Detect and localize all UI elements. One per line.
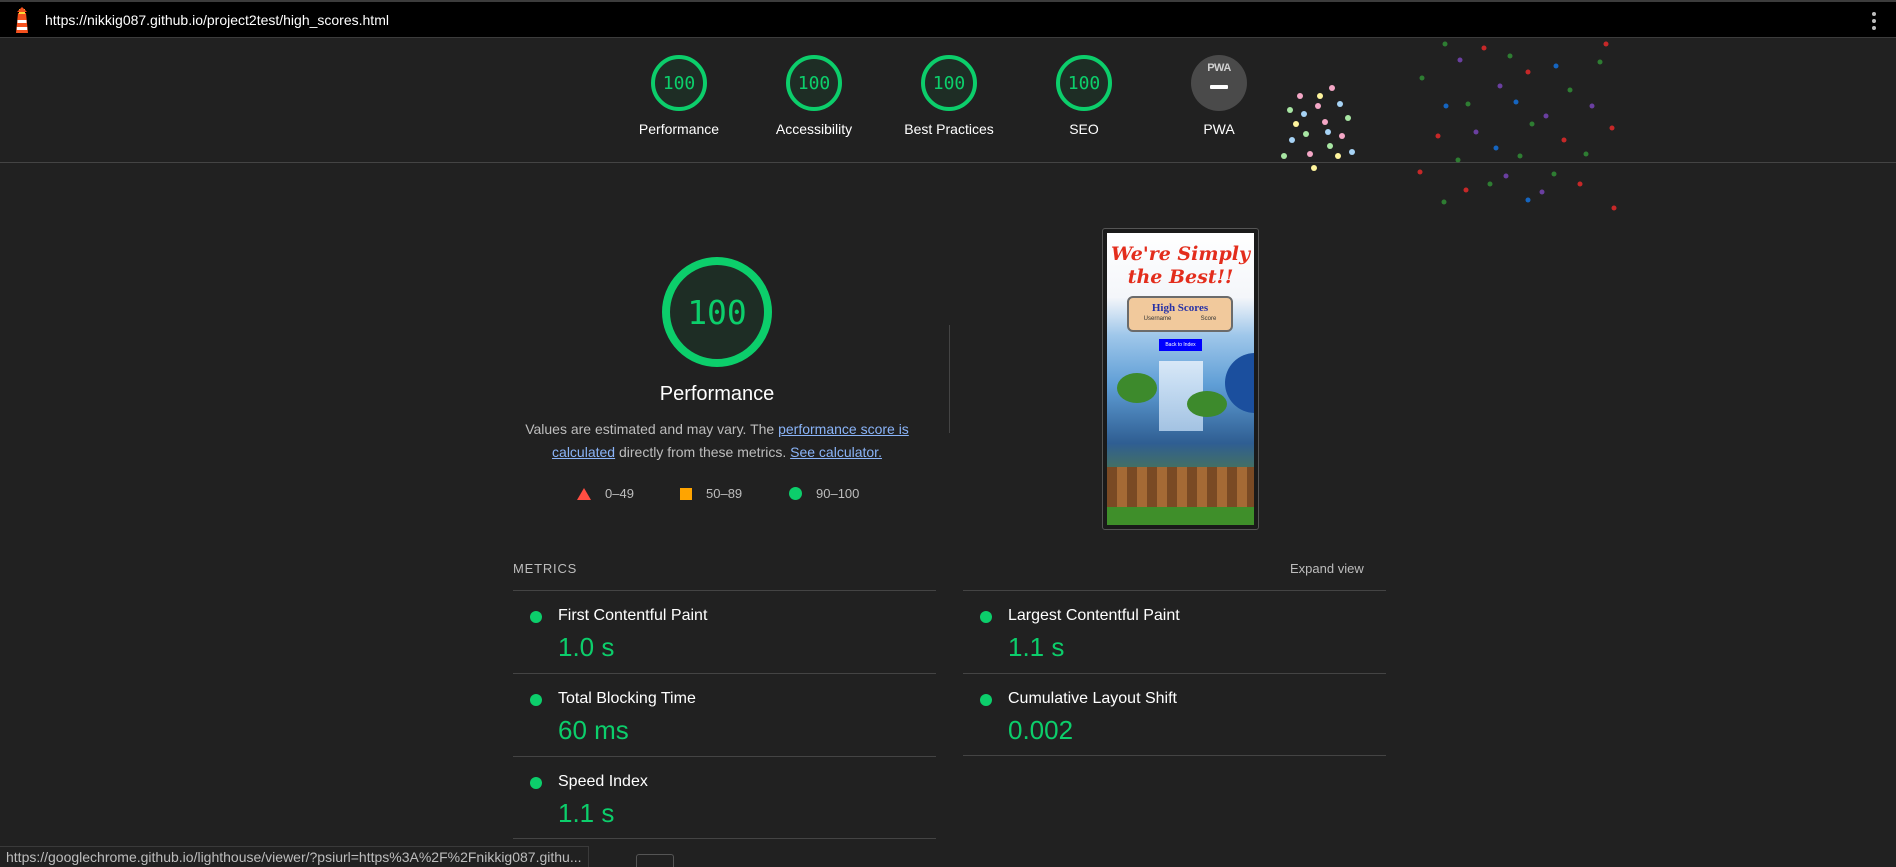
pwa-badge-text: PWA: [1207, 62, 1231, 74]
divider: [949, 325, 950, 433]
gauge-pwa[interactable]: PWA PWA: [1164, 55, 1274, 137]
metric-largest-contentful-paint: Largest Contentful Paint 1.1 s: [963, 590, 1386, 673]
metric-value: 60 ms: [558, 715, 629, 745]
screenshot-image: We're Simply the Best!! High Scores User…: [1107, 233, 1254, 525]
pass-circle-icon: [530, 694, 542, 706]
metric-first-contentful-paint: First Contentful Paint 1.0 s: [513, 590, 936, 673]
metrics-column-right: Largest Contentful Paint 1.1 s Cumulativ…: [963, 590, 1386, 756]
gauge-score: 100: [921, 55, 977, 111]
gauge-score: 100: [1056, 55, 1112, 111]
screenshot-col-username: Username: [1143, 316, 1172, 322]
legend-range: 90–100: [816, 486, 860, 501]
legend-fail: 0–49: [577, 486, 634, 501]
screenshot-button: Back to Index: [1159, 339, 1202, 351]
gauge-label: Best Practices: [904, 121, 994, 137]
desc-text: directly from these metrics.: [615, 444, 791, 460]
gauge-accessibility[interactable]: 100 Accessibility: [759, 55, 869, 137]
gauge-label: SEO: [1069, 121, 1099, 137]
confetti-decoration: [1281, 41, 1617, 211]
pass-circle-icon: [530, 777, 542, 789]
legend-pass: 90–100: [789, 486, 859, 501]
gauge-score: 100: [651, 55, 707, 111]
kebab-menu-icon[interactable]: [1872, 12, 1878, 30]
metric-name: First Contentful Paint: [558, 607, 708, 624]
legend-average: 50–89: [680, 486, 742, 501]
desc-text: Values are estimated and may vary. The: [525, 421, 779, 437]
page-url: https://nikkig087.github.io/project2test…: [45, 12, 389, 28]
see-calculator-link[interactable]: See calculator.: [790, 444, 882, 460]
screenshot-col-score: Score: [1200, 316, 1217, 322]
partial-element: [636, 854, 674, 867]
gauge-label: Accessibility: [775, 121, 853, 137]
performance-description: Values are estimated and may vary. The p…: [522, 418, 912, 464]
link-status-bar: https://googlechrome.github.io/lighthous…: [0, 846, 589, 867]
metric-name: Speed Index: [558, 773, 648, 790]
screenshot-heading: We're Simply the Best!!: [1111, 243, 1250, 288]
legend-range: 0–49: [605, 486, 634, 501]
metric-name: Largest Contentful Paint: [1008, 607, 1180, 624]
metric-value: 1.1 s: [558, 798, 615, 828]
screenshot-card-title: High Scores: [1151, 302, 1209, 314]
lighthouse-icon: [16, 7, 28, 33]
pwa-badge-icon: PWA: [1191, 55, 1247, 111]
metric-speed-index: Speed Index 1.1 s: [513, 756, 936, 839]
metric-name: Total Blocking Time: [558, 690, 696, 707]
gauge-score: 100: [786, 55, 842, 111]
gauge-performance[interactable]: 100 Performance: [624, 55, 734, 137]
metric-value: 1.1 s: [1008, 632, 1065, 662]
gauge-label: PWA: [1203, 121, 1235, 137]
final-screenshot[interactable]: We're Simply the Best!! High Scores User…: [1102, 228, 1259, 530]
fail-triangle-icon: [577, 487, 591, 500]
metric-cumulative-layout-shift: Cumulative Layout Shift 0.002: [963, 673, 1386, 756]
metrics-column-left: First Contentful Paint 1.0 s Total Block…: [513, 590, 936, 839]
legend-range: 50–89: [706, 486, 743, 501]
metric-value: 0.002: [1008, 715, 1074, 745]
gauge-best-practices[interactable]: 100 Best Practices: [894, 55, 1004, 137]
metric-name: Cumulative Layout Shift: [1008, 690, 1177, 707]
gauge-seo[interactable]: 100 SEO: [1029, 55, 1139, 137]
performance-score-gauge: 100: [662, 257, 772, 367]
screenshot-card: High Scores Username Score: [1127, 296, 1233, 332]
expand-view-toggle[interactable]: Expand view: [1290, 561, 1364, 576]
pass-circle-icon: [530, 611, 542, 623]
metric-value: 1.0 s: [558, 632, 615, 662]
metrics-header: METRICS: [513, 561, 578, 576]
average-square-icon: [680, 487, 692, 500]
performance-title: Performance: [659, 383, 775, 405]
top-bar: https://nikkig087.github.io/project2test…: [0, 0, 1896, 38]
pass-circle-icon: [789, 487, 802, 500]
pass-circle-icon: [980, 694, 992, 706]
gauge-label: Performance: [638, 121, 720, 137]
pass-circle-icon: [980, 611, 992, 623]
metric-total-blocking-time: Total Blocking Time 60 ms: [513, 673, 936, 756]
